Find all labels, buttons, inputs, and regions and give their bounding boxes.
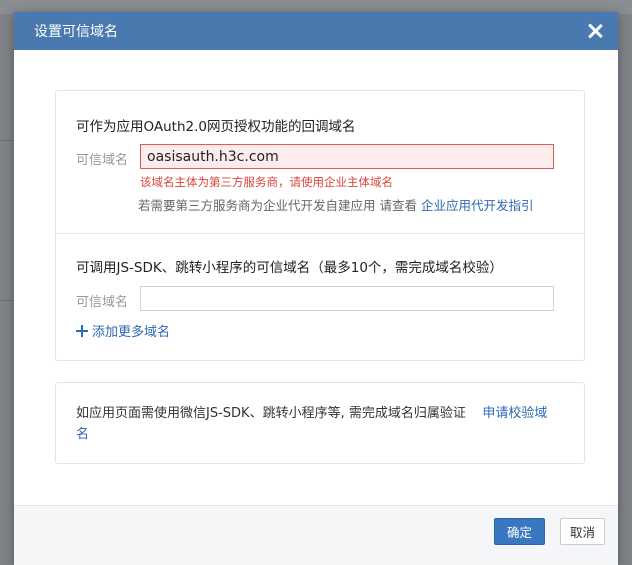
third-party-hint: 若需要第三方服务商为企业代开发自建应用 请查看 企业应用代开发指引 bbox=[138, 195, 533, 214]
jssdk-domain-label: 可信域名 bbox=[76, 295, 129, 310]
verification-notice: 如应用页面需使用微信JS-SDK、跳转小程序等, 需完成域名归属验证 申请校验域… bbox=[76, 403, 560, 445]
domain-error-message: 该域名主体为第三方服务商，请使用企业主体域名 bbox=[140, 175, 393, 189]
trusted-domain-dialog: 设置可信域名 可作为应用OAuth2.0网页授权功能的回调域名 可信域名 该域名… bbox=[14, 12, 618, 565]
add-more-domains-button[interactable]: 添加更多域名 bbox=[76, 321, 170, 340]
dialog-title: 设置可信域名 bbox=[34, 24, 118, 40]
close-icon[interactable] bbox=[586, 22, 604, 40]
third-party-hint-text: 若需要第三方服务商为企业代开发自建应用 请查看 bbox=[138, 198, 417, 213]
oauth-domain-input[interactable] bbox=[140, 144, 554, 169]
verification-notice-text: 如应用页面需使用微信JS-SDK、跳转小程序等, 需完成域名归属验证 bbox=[76, 406, 466, 421]
jssdk-domain-input[interactable] bbox=[140, 286, 554, 311]
oauth-section-title: 可作为应用OAuth2.0网页授权功能的回调域名 bbox=[76, 119, 356, 135]
oauth-domain-label: 可信域名 bbox=[76, 153, 129, 168]
jssdk-section-title: 可调用JS-SDK、跳转小程序的可信域名（最多10个，需完成域名校验） bbox=[76, 260, 503, 276]
section-divider bbox=[56, 233, 584, 234]
cancel-button[interactable]: 取消 bbox=[560, 518, 605, 545]
background-divider bbox=[0, 140, 14, 141]
dev-guide-link[interactable]: 企业应用代开发指引 bbox=[421, 198, 534, 213]
confirm-button[interactable]: 确定 bbox=[494, 518, 545, 545]
add-more-label: 添加更多域名 bbox=[92, 325, 171, 340]
domain-settings-panel: 可作为应用OAuth2.0网页授权功能的回调域名 可信域名 该域名主体为第三方服… bbox=[55, 90, 585, 361]
dialog-header: 设置可信域名 bbox=[14, 12, 618, 50]
plus-icon bbox=[76, 324, 88, 337]
background-divider bbox=[0, 300, 14, 301]
dialog-footer: 确定 取消 bbox=[14, 505, 618, 565]
domain-verification-notice-panel: 如应用页面需使用微信JS-SDK、跳转小程序等, 需完成域名归属验证 申请校验域… bbox=[55, 382, 585, 464]
